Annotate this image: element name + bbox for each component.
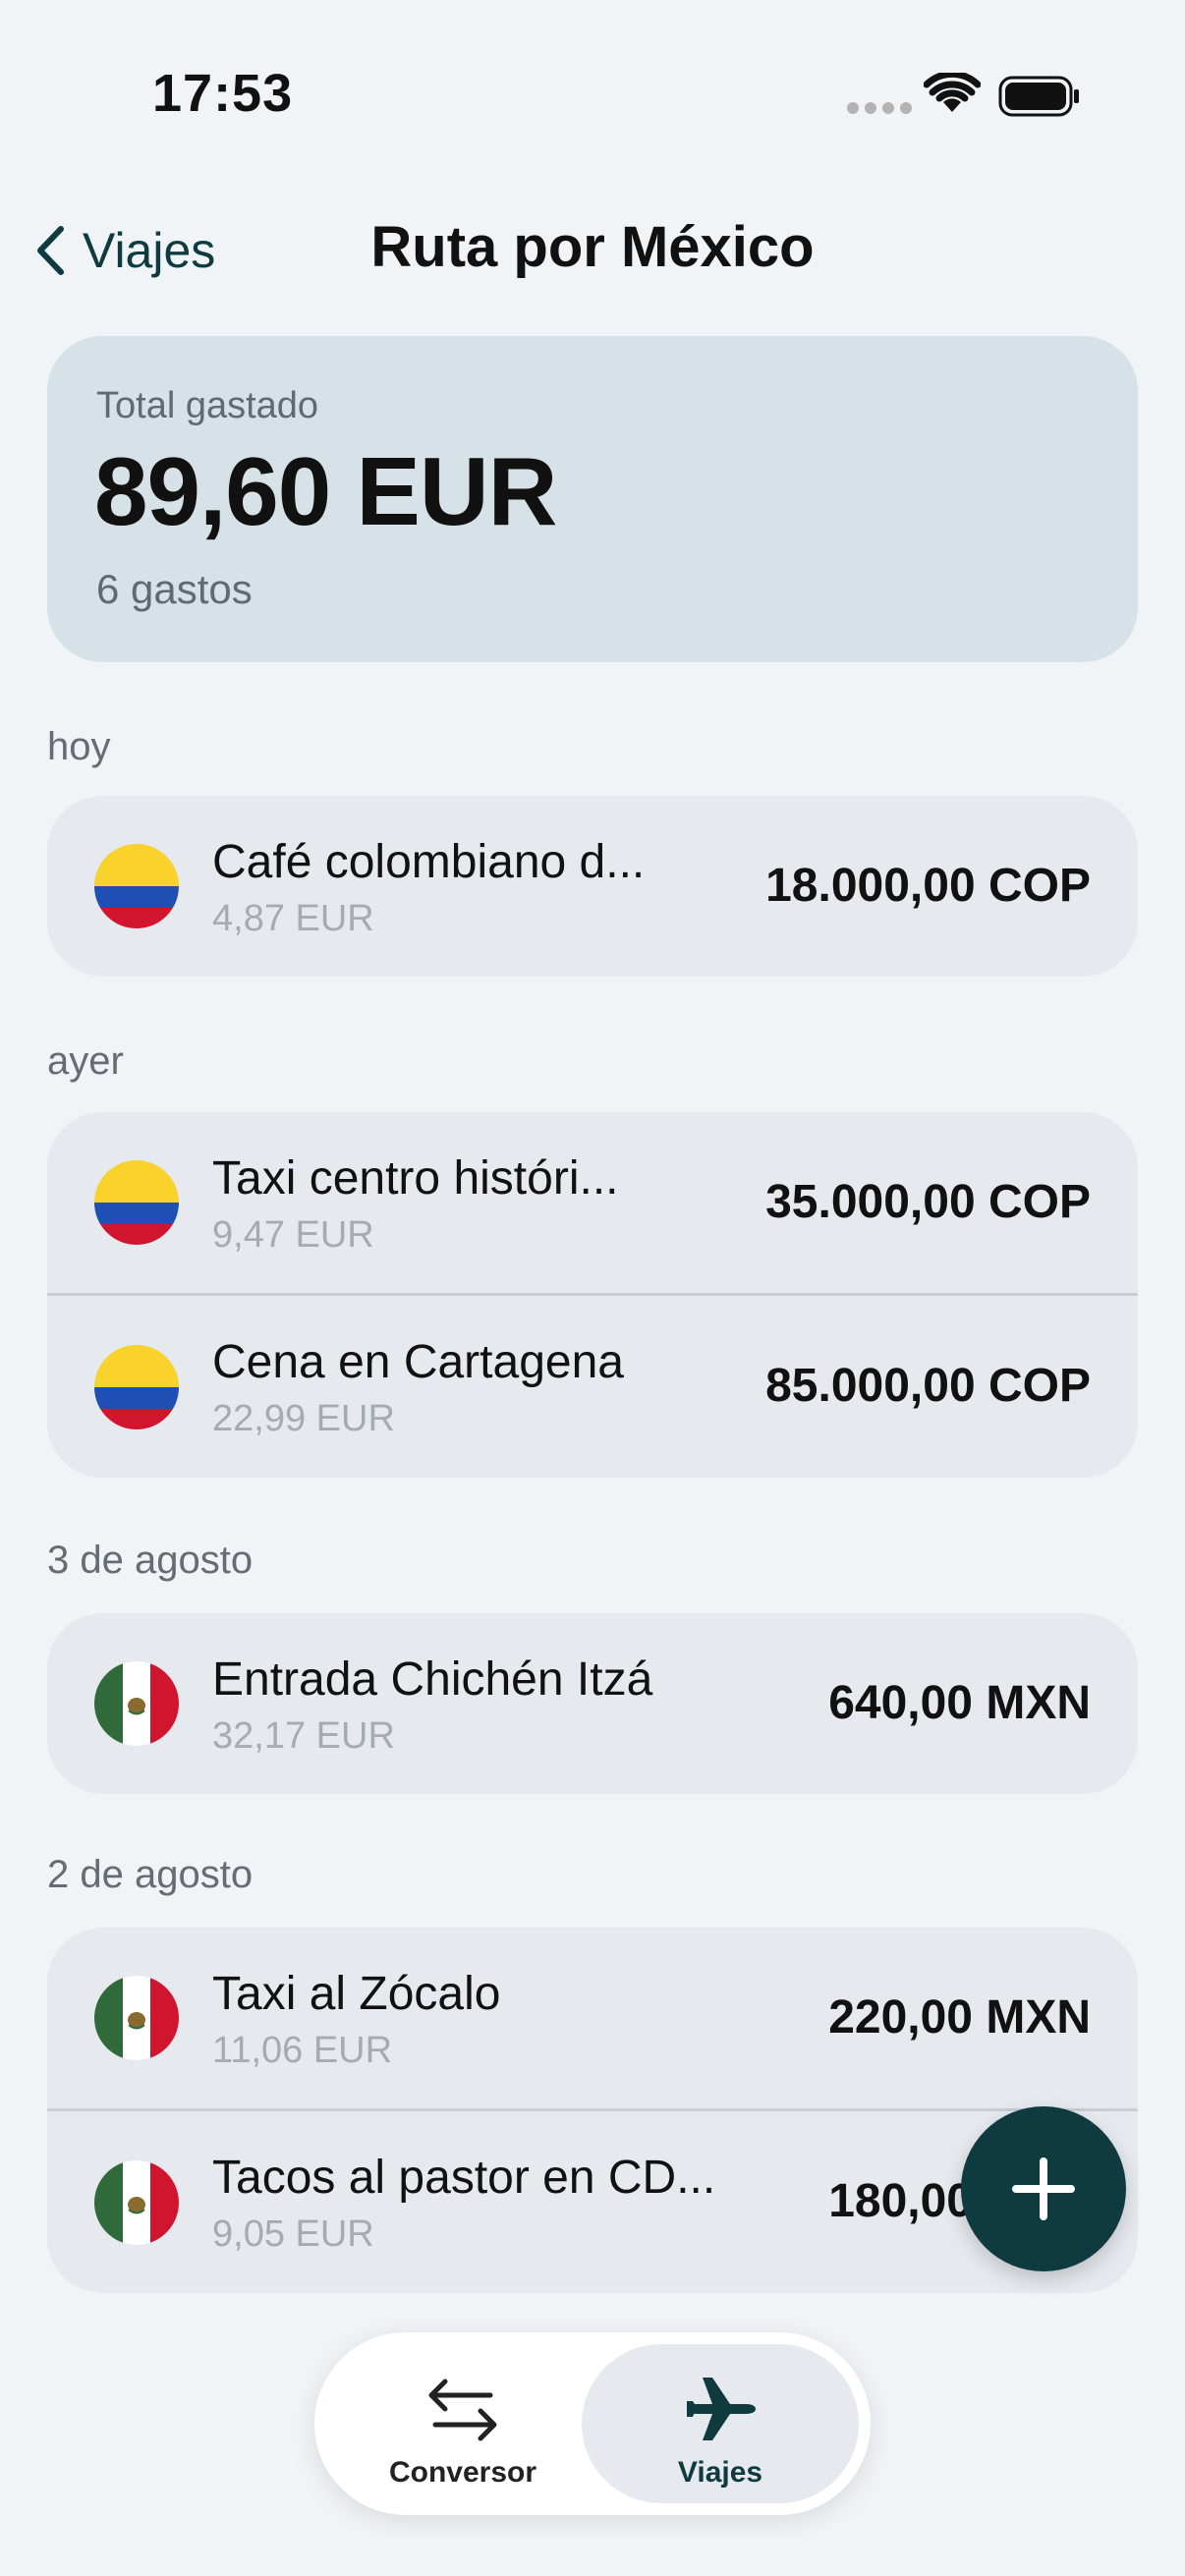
swap-arrows-icon xyxy=(428,2379,497,2441)
expense-local-amount: 640,00 MXN xyxy=(828,1677,1091,1729)
expense-name: Taxi centro históri... xyxy=(212,1152,619,1204)
total-spent-card: Total gastado 89,60 EUR 6 gastos xyxy=(47,336,1138,662)
tab-trips-label: Viajes xyxy=(677,2456,763,2489)
expense-name: Taxi al Zócalo xyxy=(212,1968,501,2020)
expense-name: Tacos al pastor en CD... xyxy=(212,2152,716,2204)
status-bar: 17:53 xyxy=(0,0,1185,177)
add-expense-button[interactable] xyxy=(961,2106,1126,2271)
colombia-flag-icon xyxy=(94,1344,179,1429)
expense-eur-amount: 4,87 EUR xyxy=(212,898,374,939)
expense-local-amount: 85.000,00 COP xyxy=(765,1360,1091,1412)
total-spent-label: Total gastado xyxy=(96,385,319,426)
airplane-icon xyxy=(687,2378,756,2440)
expense-row[interactable]: Café colombiano d... 4,87 EUR 18.000,00 … xyxy=(47,796,1138,977)
section-header-yesterday: ayer xyxy=(47,1039,124,1083)
expense-local-amount: 35.000,00 COP xyxy=(765,1176,1091,1228)
expense-name: Café colombiano d... xyxy=(212,836,646,888)
expense-name: Entrada Chichén Itzá xyxy=(212,1653,653,1706)
expense-eur-amount: 9,05 EUR xyxy=(212,2213,374,2255)
section-header-today: hoy xyxy=(47,725,111,768)
expense-group-aug-2: Taxi al Zócalo 11,06 EUR 220,00 MXN Taco… xyxy=(47,1928,1138,2293)
navigation-bar: Viajes Ruta por México xyxy=(0,196,1185,305)
section-header-aug-2: 2 de agosto xyxy=(47,1853,254,1896)
tab-trips[interactable]: Viajes xyxy=(582,2344,859,2503)
mexico-flag-icon xyxy=(94,2159,179,2245)
expense-local-amount: 18.000,00 COP xyxy=(765,860,1091,912)
mexico-flag-icon xyxy=(94,1661,179,1746)
expense-row[interactable]: Taxi centro históri... 9,47 EUR 35.000,0… xyxy=(47,1112,1138,1293)
expense-count: 6 gastos xyxy=(96,566,253,612)
expense-eur-amount: 9,47 EUR xyxy=(212,1214,374,1256)
expense-eur-amount: 32,17 EUR xyxy=(212,1715,395,1757)
expense-group-yesterday: Taxi centro históri... 9,47 EUR 35.000,0… xyxy=(47,1112,1138,1478)
colombia-flag-icon xyxy=(94,1160,179,1245)
expense-group-aug-3: Entrada Chichén Itzá 32,17 EUR 640,00 MX… xyxy=(47,1613,1138,1794)
tab-bar: Conversor Viajes xyxy=(314,2332,871,2515)
mexico-flag-icon xyxy=(94,1976,179,2060)
total-spent-amount: 89,60 EUR xyxy=(94,437,557,545)
battery-icon xyxy=(998,76,1079,117)
expense-local-amount: 220,00 MXN xyxy=(828,1991,1091,2044)
expense-name: Cena en Cartagena xyxy=(212,1336,624,1388)
section-header-aug-3: 3 de agosto xyxy=(47,1539,254,1582)
expense-group-today: Café colombiano d... 4,87 EUR 18.000,00 … xyxy=(47,796,1138,977)
expense-row[interactable]: Taxi al Zócalo 11,06 EUR 220,00 MXN xyxy=(47,1928,1138,2108)
expense-eur-amount: 22,99 EUR xyxy=(212,1398,395,1439)
page-title: Ruta por México xyxy=(370,215,815,279)
expense-row[interactable]: Entrada Chichén Itzá 32,17 EUR 640,00 MX… xyxy=(47,1613,1138,1794)
colombia-flag-icon xyxy=(94,844,179,928)
plus-icon xyxy=(1012,2157,1075,2220)
status-time: 17:53 xyxy=(152,64,294,123)
tab-converter[interactable]: Conversor xyxy=(324,2344,601,2503)
wifi-icon xyxy=(924,73,981,112)
expense-row[interactable]: Cena en Cartagena 22,99 EUR 85.000,00 CO… xyxy=(47,1293,1138,1478)
tab-converter-label: Conversor xyxy=(388,2456,537,2489)
expense-eur-amount: 11,06 EUR xyxy=(212,2030,393,2071)
